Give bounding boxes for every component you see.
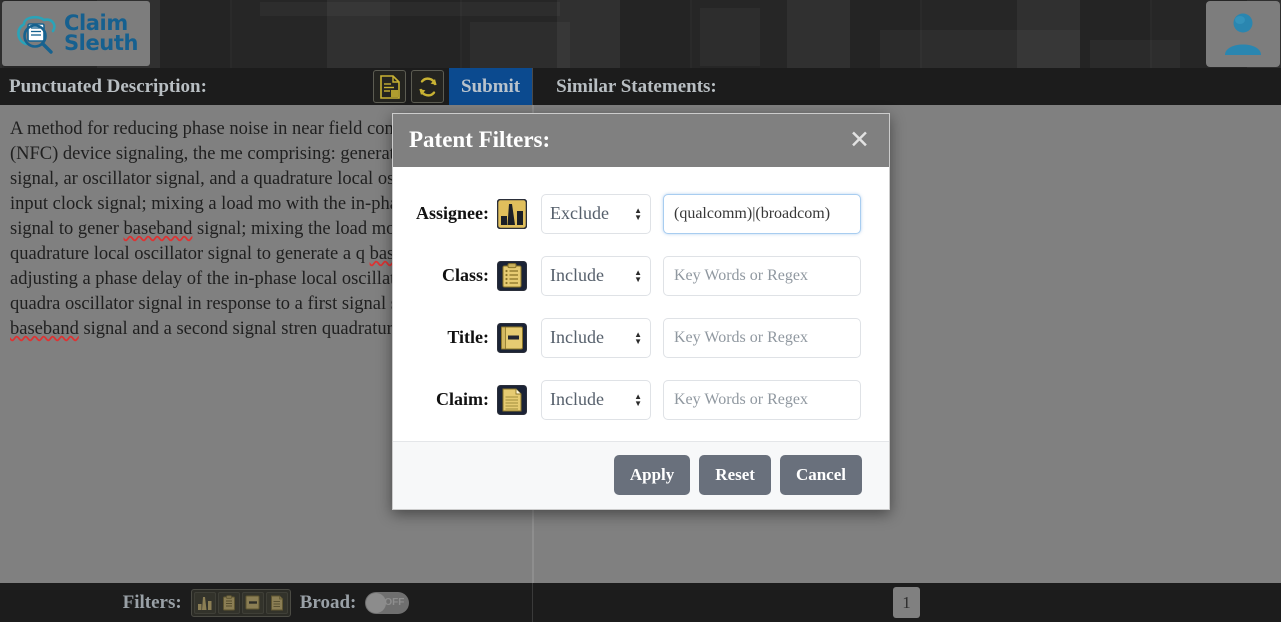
bar-chart-building-icon (197, 596, 212, 610)
banner-texture (700, 8, 760, 66)
filter-icon-title[interactable] (241, 591, 264, 614)
banner-texture (260, 2, 560, 16)
close-icon[interactable]: ✕ (846, 127, 873, 153)
submit-button[interactable]: Submit (449, 68, 533, 105)
avatar[interactable] (1206, 1, 1280, 67)
class-keywords-input[interactable] (663, 255, 861, 296)
chevron-updown-icon: ▲ ▼ (634, 267, 642, 284)
modal-footer: Apply Reset Cancel (393, 440, 889, 509)
filter-icon-group[interactable] (190, 588, 291, 617)
filter-row-claim: Claim: Include ▲ ▼ (411, 369, 865, 431)
broad-label: Broad: (299, 591, 357, 613)
class-mode-value: Include (550, 265, 604, 286)
logo-line-2: Sleuth (63, 30, 139, 55)
filter-icon-class[interactable] (217, 591, 240, 614)
chevron-updown-icon: ▲ ▼ (634, 205, 642, 222)
reset-button[interactable]: Reset (699, 455, 771, 496)
filter-row-class: Class: Include ▲ ▼ (411, 245, 865, 307)
title-mode-select[interactable]: Include ▲ ▼ (541, 317, 651, 358)
filter-icon-assignee[interactable] (193, 591, 216, 614)
filter-row-title: Title: Include ▲ ▼ (411, 307, 865, 369)
broad-toggle[interactable]: OFF (365, 591, 410, 614)
banner-texture (470, 22, 570, 68)
title-keywords-input[interactable] (663, 317, 861, 358)
book-icon (245, 595, 260, 610)
banner-texture (1090, 40, 1180, 68)
toolbar: Punctuated Description: Submit Similar S… (0, 68, 1281, 105)
class-label: Class: (441, 265, 489, 286)
refresh-icon-button[interactable] (411, 70, 444, 103)
title-label: Title: (447, 327, 489, 348)
clipboard-icon (222, 594, 235, 610)
filter-row-assignee: Assignee: Exclude ▲ ▼ (411, 183, 865, 245)
modal-body: Assignee: Exclude ▲▼ Class: (393, 166, 889, 441)
assignee-label: Assignee: (416, 203, 489, 224)
user-avatar-icon (1225, 13, 1261, 55)
misspelled-word: baseband (123, 219, 193, 239)
document-icon (497, 384, 527, 415)
modal-header: Patent Filters: ✕ (393, 114, 889, 167)
assignee-mode-value: Exclude (550, 203, 609, 224)
document-lines-icon-button[interactable] (373, 70, 406, 103)
assignee-keywords-input[interactable] (663, 193, 861, 234)
page-button-1[interactable]: 1 (893, 587, 920, 618)
magnifier-document-icon (14, 13, 60, 55)
assignee-mode-select[interactable]: Exclude ▲ ▼ (541, 193, 651, 234)
bottom-bar: Filters: Broad: OFF 1 (0, 583, 1281, 622)
refresh-icon (418, 76, 437, 97)
banner-texture (880, 30, 1080, 68)
top-banner: Claim Sleuth (0, 0, 1281, 68)
similar-statements-label: Similar Statements: (556, 75, 717, 97)
document-lines-icon (379, 74, 400, 99)
cancel-button[interactable]: Cancel (779, 455, 862, 496)
chevron-updown-icon: ▲ ▼ (634, 329, 642, 346)
claim-keywords-input[interactable] (663, 379, 861, 420)
filters-label: Filters: (122, 591, 182, 613)
title-mode-value: Include (550, 327, 604, 348)
toggle-state-label: OFF (384, 597, 405, 608)
misspelled-word: baseband (10, 319, 79, 339)
book-icon (497, 322, 527, 353)
patent-filters-modal: Patent Filters: ✕ Assignee: Exclude ▲▼ (392, 113, 890, 510)
clipboard-icon (497, 260, 527, 291)
claim-mode-select[interactable]: Include ▲ ▼ (541, 379, 651, 420)
claim-label: Claim: (436, 389, 489, 410)
apply-button[interactable]: Apply (613, 455, 691, 496)
chevron-updown-icon: ▲ ▼ (634, 391, 642, 408)
claim-mode-value: Include (550, 389, 604, 410)
modal-title: Patent Filters: (409, 127, 551, 153)
pagination: 1 (532, 583, 1281, 622)
class-mode-select[interactable]: Include ▲ ▼ (541, 255, 651, 296)
punctuated-description-label: Punctuated Description: (9, 75, 207, 97)
document-icon (270, 595, 283, 610)
app-logo[interactable]: Claim Sleuth (2, 1, 150, 66)
toolbar-divider (532, 68, 533, 105)
filter-icon-claim[interactable] (265, 591, 288, 614)
toggle-knob (366, 592, 387, 613)
bar-chart-building-icon (496, 198, 528, 230)
